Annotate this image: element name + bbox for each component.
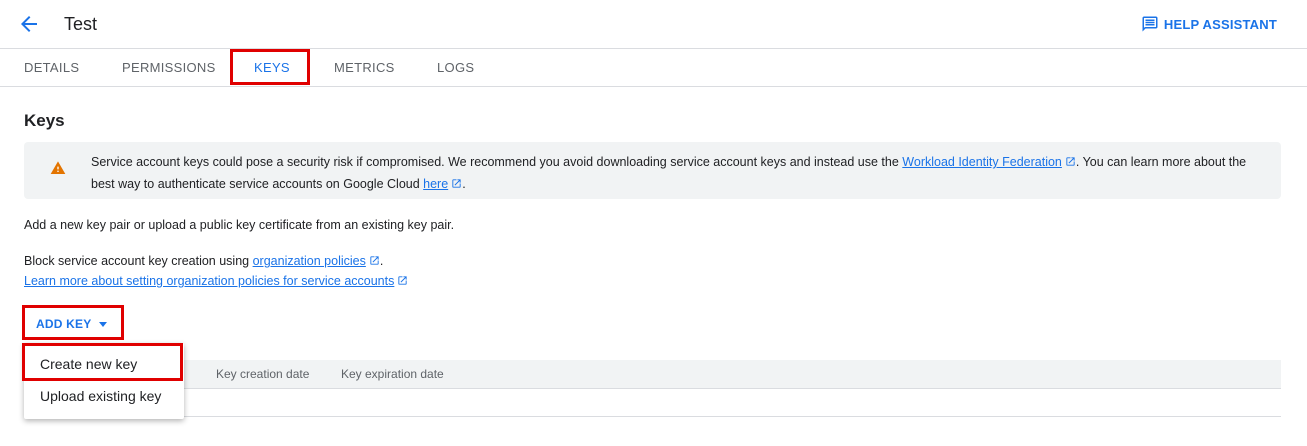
chat-icon — [1142, 16, 1158, 32]
tab-details[interactable]: DETAILS — [24, 49, 79, 86]
keys-table-header: Key creation date Key expiration date — [24, 360, 1281, 389]
tab-permissions[interactable]: PERMISSIONS — [122, 49, 216, 86]
external-link-icon — [1065, 153, 1076, 174]
column-header-creation-date: Key creation date — [216, 367, 310, 381]
dropdown-caret-icon — [99, 321, 108, 327]
page-title: Test — [64, 14, 98, 34]
tab-metrics[interactable]: METRICS — [334, 49, 395, 86]
add-key-button[interactable]: ADD KEY — [28, 310, 115, 338]
tab-bar: DETAILS PERMISSIONS KEYS METRICS LOGS — [0, 48, 1307, 87]
add-key-label: ADD KEY — [36, 317, 92, 331]
warning-text: Service account keys could pose a securi… — [91, 152, 1251, 196]
learn-more-line: Learn more about setting organization po… — [24, 271, 408, 292]
workload-identity-link[interactable]: Workload Identity Federation — [902, 155, 1062, 169]
here-link[interactable]: here — [423, 177, 448, 191]
organization-policies-link[interactable]: organization policies — [253, 254, 366, 268]
back-arrow-icon[interactable] — [17, 12, 41, 36]
tab-logs[interactable]: LOGS — [437, 49, 474, 86]
table-divider — [24, 416, 1281, 417]
menu-item-create-new-key[interactable]: Create new key — [24, 348, 184, 380]
security-warning-banner: Service account keys could pose a securi… — [24, 142, 1281, 199]
external-link-icon — [397, 272, 408, 292]
block-policy-text: Block service account key creation using… — [24, 251, 383, 272]
column-header-expiration-date: Key expiration date — [341, 367, 444, 381]
learn-more-policies-link[interactable]: Learn more about setting organization po… — [24, 274, 394, 288]
top-bar: Test HELP ASSISTANT — [0, 0, 1307, 48]
external-link-icon — [369, 252, 380, 272]
block-text: Block service account key creation using — [24, 254, 253, 268]
help-assistant-button[interactable]: HELP ASSISTANT — [1141, 14, 1277, 34]
add-key-description: Add a new key pair or upload a public ke… — [24, 218, 455, 232]
external-link-icon — [451, 175, 462, 196]
warning-icon — [50, 160, 66, 181]
section-title: Keys — [24, 111, 65, 130]
tab-keys[interactable]: KEYS — [254, 49, 290, 86]
block-end: . — [379, 254, 384, 268]
help-assistant-label: HELP ASSISTANT — [1163, 16, 1277, 32]
warning-text-part: . — [462, 177, 466, 191]
warning-text-part: Service account keys could pose a securi… — [91, 155, 903, 169]
menu-item-upload-existing-key[interactable]: Upload existing key — [24, 380, 184, 412]
add-key-menu: Create new key Upload existing key — [24, 343, 184, 419]
